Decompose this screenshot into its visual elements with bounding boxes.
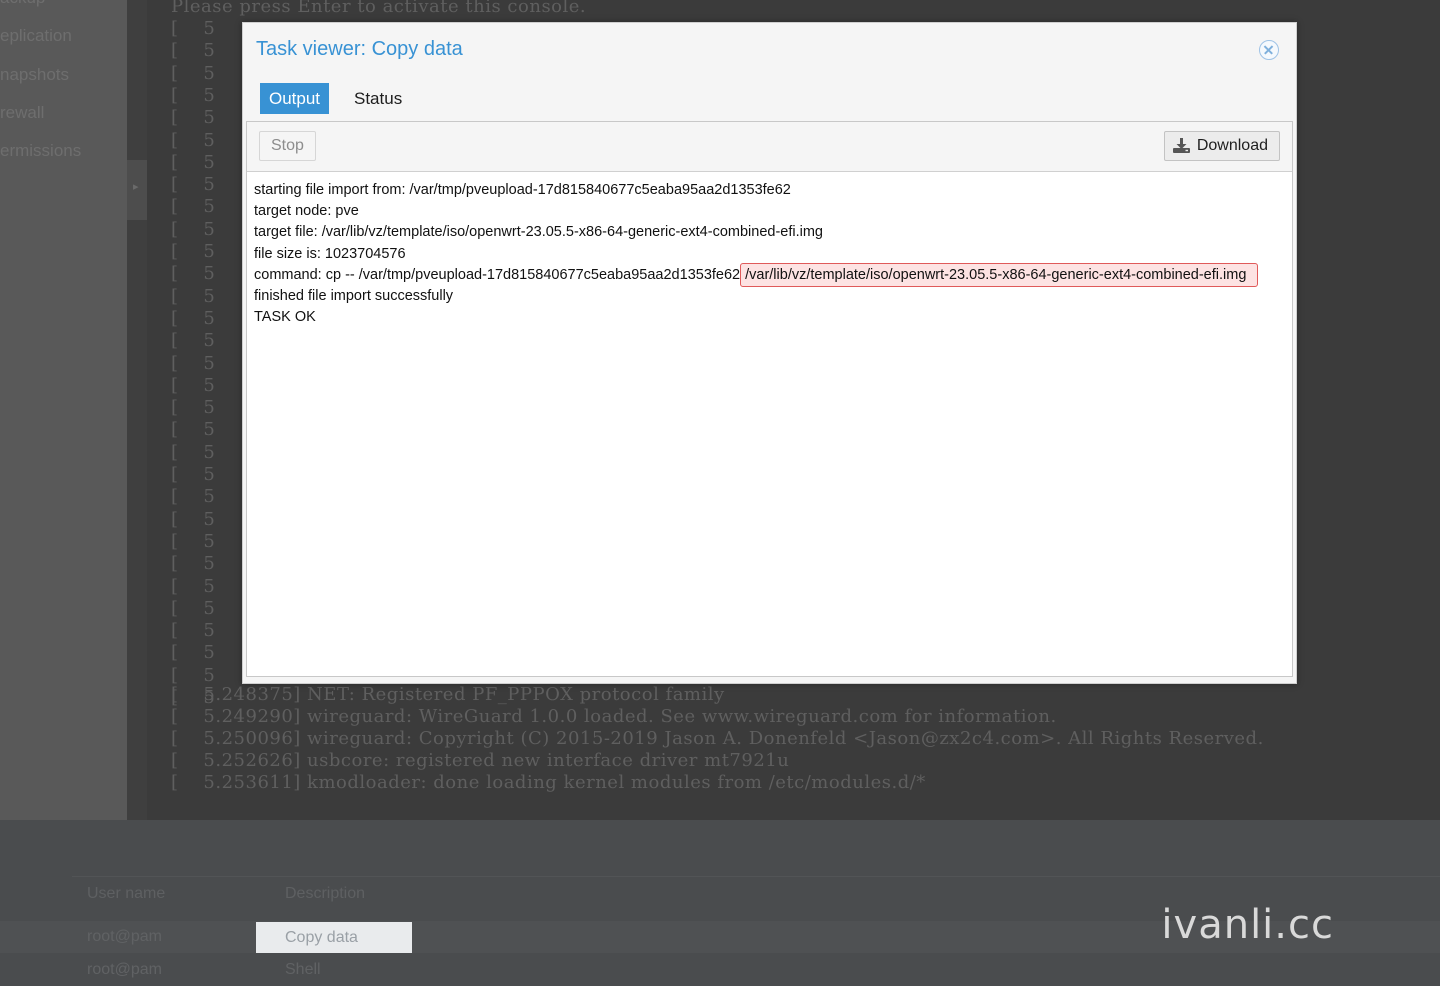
sidebar-item-permissions[interactable]: ermissions xyxy=(0,141,81,161)
console-line: [ 5 xyxy=(171,307,216,329)
task-log[interactable]: starting file import from: /var/tmp/pveu… xyxy=(254,180,1284,328)
tab-output[interactable]: Output xyxy=(260,83,330,114)
console-header-line: Please press Enter to activate this cons… xyxy=(171,0,587,17)
log-line: TASK OK xyxy=(254,309,316,326)
tab-status[interactable]: Status xyxy=(345,83,411,114)
console-line: [ 5 xyxy=(171,553,216,575)
console-line: [ 5 xyxy=(171,196,216,218)
sidebar-item-snapshots[interactable]: napshots xyxy=(0,65,69,85)
command-prefix: command: cp -- /var/tmp/pveupload-17d815… xyxy=(254,266,741,283)
log-line: target file: /var/lib/vz/template/iso/op… xyxy=(254,224,823,241)
console-line: [ 5 xyxy=(171,151,216,173)
console-line: [ 5 xyxy=(171,107,216,129)
console-line: [ 5 xyxy=(171,352,216,374)
sidebar-item-backup[interactable]: ackup xyxy=(0,0,45,8)
console-line: [ 5 xyxy=(171,441,216,463)
sidebar-collapse-handle[interactable]: ▸ xyxy=(127,160,147,220)
stop-button[interactable]: Stop xyxy=(259,131,316,161)
row-description-cell: Copy data xyxy=(256,922,412,953)
dialog-titlebar[interactable]: Task viewer: Copy data xyxy=(243,23,1296,79)
console-line: [ 5 xyxy=(171,575,216,597)
console-line: [ 5 xyxy=(171,374,216,396)
background-sidebar: ackup eplication napshots rewall ermissi… xyxy=(0,0,127,820)
console-line: [ 5 xyxy=(171,285,216,307)
console-line: [ 5 xyxy=(171,263,216,285)
console-line: [ 5 xyxy=(171,642,216,664)
log-line: file size is: 1023704576 xyxy=(254,245,406,262)
highlighted-target-path: /var/lib/vz/template/iso/openwrt-23.05.5… xyxy=(740,262,1259,287)
sidebar-item-firewall[interactable]: rewall xyxy=(0,103,44,123)
task-viewer-dialog: Task viewer: Copy data Output Status Sto… xyxy=(242,22,1297,684)
console-line: [ 5 xyxy=(171,330,216,352)
console-line: [ 5 xyxy=(171,18,216,39)
close-icon[interactable] xyxy=(1259,40,1279,60)
download-icon xyxy=(1172,138,1190,153)
log-line-command: command: cp -- /var/tmp/pveupload-17d815… xyxy=(254,262,1284,287)
watermark: ivanli.cc xyxy=(1161,902,1334,948)
console-line: [ 5 xyxy=(171,218,216,240)
console-line: [ 5.253611] kmodloader: done loading ker… xyxy=(171,772,926,793)
log-line: starting file import from: /var/tmp/pveu… xyxy=(254,182,791,198)
console-line: [ 5 xyxy=(171,597,216,619)
row-user: root@pam xyxy=(87,961,162,978)
download-button[interactable]: Download xyxy=(1163,131,1280,161)
console-line: [ 5 xyxy=(171,530,216,552)
console-line: [ 5 xyxy=(171,241,216,262)
console-line: [ 5.249290] wireguard: WireGuard 1.0.0 l… xyxy=(171,706,1057,727)
console-line: [ 5 xyxy=(171,508,216,530)
column-header-user[interactable]: User name xyxy=(87,885,165,903)
console-line: [ 5 xyxy=(171,40,216,62)
download-label: Download xyxy=(1196,137,1268,154)
console-line: [ 5 xyxy=(171,397,216,419)
console-line: [ 5.248375] NET: Registered PF_PPPOX pro… xyxy=(171,684,725,705)
output-panel: Stop Download starting file import from:… xyxy=(246,121,1293,677)
console-line: [ 5.252626] usbcore: registered new inte… xyxy=(171,750,790,771)
row-user: root@pam xyxy=(87,928,162,945)
table-row[interactable]: root@pam Shell xyxy=(0,954,1440,986)
log-line: finished file import successfully xyxy=(254,288,454,305)
console-line: [ 5 xyxy=(171,174,216,196)
console-line: [ 5 xyxy=(171,620,216,642)
console-line: [ 5 xyxy=(171,419,216,441)
dialog-title: Task viewer: Copy data xyxy=(256,38,463,60)
console-line: [ 5 xyxy=(171,129,216,151)
chevron-right-icon: ▸ xyxy=(133,181,139,193)
sidebar-item-replication[interactable]: eplication xyxy=(0,26,72,46)
column-header-description[interactable]: Description xyxy=(285,885,365,903)
console-line: [ 5 xyxy=(171,486,216,508)
row-description: Shell xyxy=(285,961,321,978)
console-line: [ 5 xyxy=(171,464,216,485)
console-line: [ 5.250096] wireguard: Copyright (C) 201… xyxy=(171,728,1264,749)
row-description: Copy data xyxy=(285,929,358,946)
log-line: target node: pve xyxy=(254,203,359,220)
console-line: [ 5 xyxy=(171,84,216,106)
console-line: [ 5 xyxy=(171,62,216,84)
output-toolbar: Stop Download xyxy=(247,122,1292,172)
